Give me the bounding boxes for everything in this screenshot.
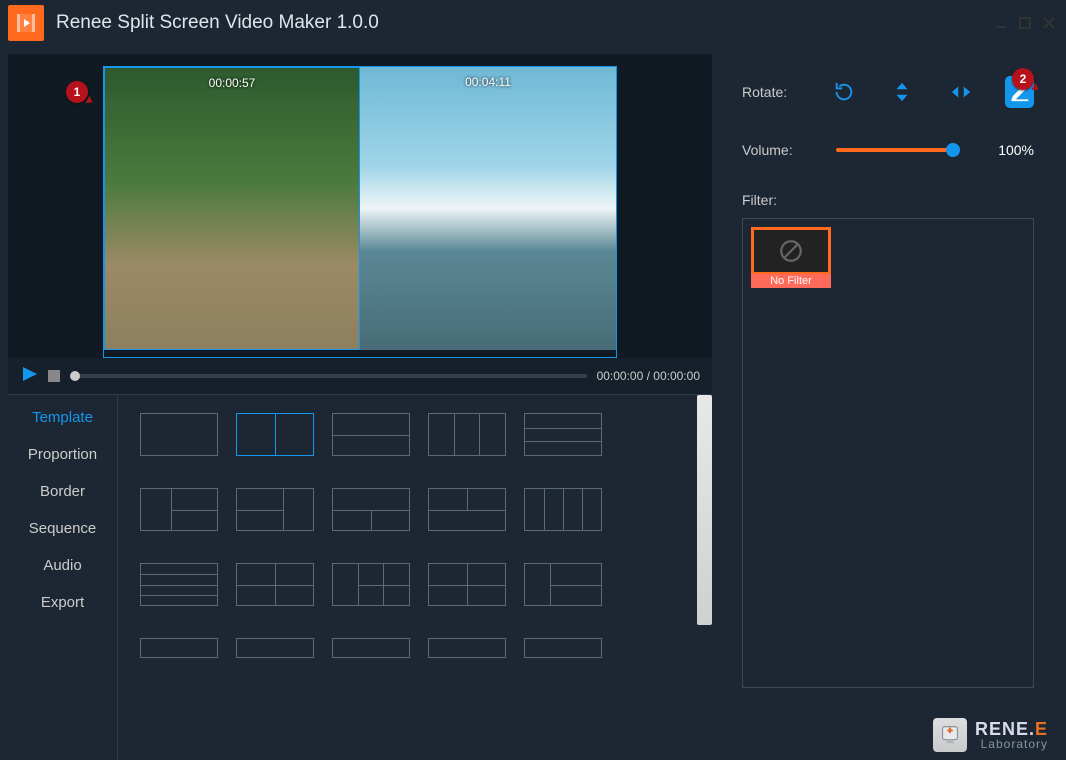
rotate-cw-icon xyxy=(833,81,855,103)
titlebar: Renee Split Screen Video Maker 1.0.0 xyxy=(0,0,1066,46)
template-r2-3[interactable] xyxy=(332,488,410,531)
volume-value: 100% xyxy=(984,142,1034,158)
tab-sequence[interactable]: Sequence xyxy=(8,520,117,537)
template-1x3h[interactable] xyxy=(524,413,602,456)
minimize-button[interactable] xyxy=(992,14,1010,32)
close-button[interactable] xyxy=(1040,14,1058,32)
template-r2-4[interactable] xyxy=(428,488,506,531)
preview-pane-1[interactable]: 00:00:57 xyxy=(104,67,360,350)
tab-border[interactable]: Border xyxy=(8,483,117,500)
template-1x2[interactable] xyxy=(236,413,314,456)
timeline-slider[interactable] xyxy=(70,374,587,378)
stop-button[interactable] xyxy=(48,370,60,382)
template-r4-4[interactable] xyxy=(428,638,506,658)
volume-label: Volume: xyxy=(742,142,806,158)
film-icon xyxy=(14,11,38,35)
brand-footer: RENE.E Laboratory xyxy=(933,718,1048,752)
template-r3-1[interactable] xyxy=(140,563,218,606)
template-r2-5[interactable] xyxy=(524,488,602,531)
filter-item-label: No Filter xyxy=(751,274,831,288)
flip-vertical-button[interactable] xyxy=(888,76,917,108)
template-r4-3[interactable] xyxy=(332,638,410,658)
properties-panel: Rotate: Volume: 100% Filter: No Filter xyxy=(712,46,1058,760)
playback-bar: 00:00:00 / 00:00:00 xyxy=(8,358,712,394)
maximize-button[interactable] xyxy=(1016,14,1034,32)
filter-label: Filter: xyxy=(742,192,1034,208)
flip-horizontal-button[interactable] xyxy=(947,76,976,108)
filter-list: No Filter xyxy=(742,218,1034,688)
rotate-cw-button[interactable] xyxy=(829,76,858,108)
template-r4-1[interactable] xyxy=(140,638,218,658)
brand-name-2: E xyxy=(1035,719,1048,739)
flip-horizontal-icon xyxy=(950,81,972,103)
app-logo xyxy=(8,5,44,41)
callout-badge-1: 1 xyxy=(66,81,88,103)
template-1x3[interactable] xyxy=(428,413,506,456)
rotate-label: Rotate: xyxy=(742,84,799,100)
brand-icon xyxy=(933,718,967,752)
preview-area: 00:00:57 00:04:11 xyxy=(8,54,712,358)
flip-vertical-icon xyxy=(891,81,913,103)
template-r2-2[interactable] xyxy=(236,488,314,531)
pane2-timecode: 00:04:11 xyxy=(465,75,511,89)
template-r3-5[interactable] xyxy=(524,563,602,606)
brand-sub: Laboratory xyxy=(975,738,1048,750)
pane1-timecode: 00:00:57 xyxy=(209,76,256,90)
tabs: Template Proportion Border Sequence Audi… xyxy=(8,395,118,760)
template-1x2h[interactable] xyxy=(332,413,410,456)
time-counter: 00:00:00 / 00:00:00 xyxy=(597,369,700,383)
template-r4-5[interactable] xyxy=(524,638,602,658)
tab-template[interactable]: Template xyxy=(8,409,117,426)
tab-export[interactable]: Export xyxy=(8,594,117,611)
brand-name-1: RENE. xyxy=(975,719,1035,739)
volume-slider[interactable] xyxy=(836,148,954,152)
template-scrollbar[interactable] xyxy=(696,395,712,760)
play-button[interactable] xyxy=(20,365,38,388)
none-icon xyxy=(778,238,804,264)
tab-proportion[interactable]: Proportion xyxy=(8,446,117,463)
template-r3-2[interactable] xyxy=(236,563,314,606)
split-preview: 00:00:57 00:04:11 xyxy=(103,66,617,358)
filter-item-none[interactable]: No Filter xyxy=(751,227,831,288)
template-r2-1[interactable] xyxy=(140,488,218,531)
no-filter-thumb xyxy=(751,227,831,275)
template-1x1[interactable] xyxy=(140,413,218,456)
template-r4-2[interactable] xyxy=(236,638,314,658)
tab-audio[interactable]: Audio xyxy=(8,557,117,574)
template-grid xyxy=(118,395,712,760)
callout-badge-2: 2 xyxy=(1012,68,1034,90)
template-r3-3[interactable] xyxy=(332,563,410,606)
app-title: Renee Split Screen Video Maker 1.0.0 xyxy=(56,12,992,34)
preview-pane-2[interactable]: 00:04:11 xyxy=(360,67,616,350)
template-r3-4[interactable] xyxy=(428,563,506,606)
